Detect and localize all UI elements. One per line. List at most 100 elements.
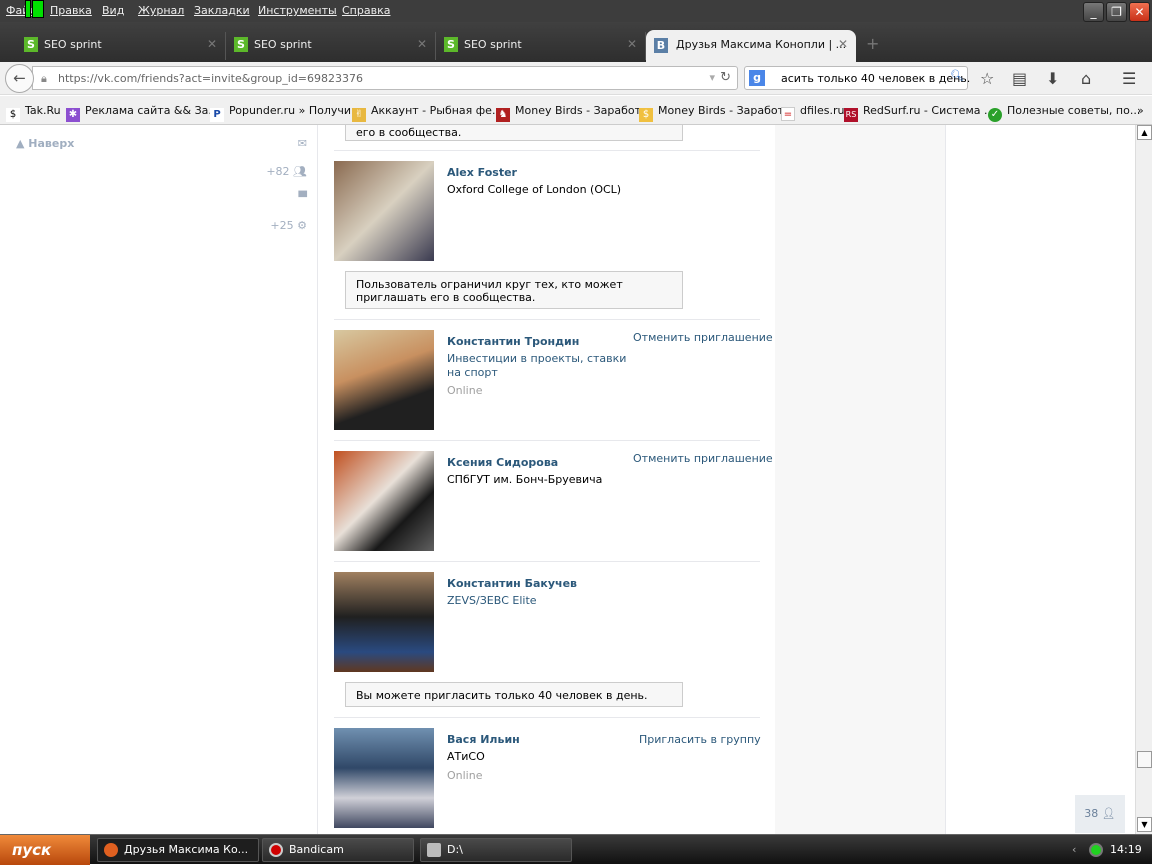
url-bar[interactable]: 🔒︎ https://vk.com/friends?act=invite&gro…: [32, 66, 738, 90]
friend-name[interactable]: Alex Foster: [447, 166, 517, 179]
friend-subtitle[interactable]: Инвестиции в проекты, ставки на спорт: [447, 352, 632, 380]
menu-icon[interactable]: ☰: [1122, 69, 1136, 88]
bandicam-icon: [269, 843, 283, 857]
bookmark-reklama[interactable]: ✱ Реклама сайта && За...: [66, 104, 219, 122]
page-content: ▲ Наверх ✉ +82 👥︎ ▀ +25 ⚙ его в сообщест…: [0, 125, 1135, 834]
search-box[interactable]: g асить только 40 человек в день. 🔍︎: [744, 66, 970, 90]
bookmark-money-birds-1[interactable]: ♞ Money Birds - Заработ...: [496, 104, 652, 122]
task-explorer[interactable]: D:\: [420, 838, 572, 862]
comments-icon[interactable]: ▀: [299, 191, 307, 204]
seo-sprint-icon: S: [444, 37, 458, 52]
friend-subtitle: АТиСО: [447, 750, 485, 763]
partial-notice-text: его в сообщества.: [356, 126, 462, 139]
bookmark-money-birds-2[interactable]: $ Money Birds - Заработ...: [639, 104, 795, 122]
online-friends-counter[interactable]: 38 👤︎: [1075, 795, 1125, 833]
online-status: Online: [447, 769, 483, 782]
home-icon[interactable]: ⌂: [1081, 69, 1091, 88]
scroll-to-top-link[interactable]: ▲ Наверх: [16, 137, 74, 150]
cancel-invite-link[interactable]: Отменить приглашение: [633, 452, 773, 465]
friend-name[interactable]: Константин Трондин: [447, 335, 579, 348]
dropdown-icon[interactable]: ▾: [709, 71, 715, 84]
task-firefox[interactable]: Друзья Максима Ко...: [97, 838, 259, 862]
start-button[interactable]: пуск: [0, 835, 90, 865]
up-arrow-icon: ▲: [16, 137, 29, 150]
avatar[interactable]: [334, 330, 434, 430]
tray-status-icon[interactable]: [1089, 843, 1103, 857]
divider: [334, 150, 760, 151]
friends-counter[interactable]: +82 👥︎: [266, 165, 307, 178]
fps-overlay-icon: [32, 0, 44, 18]
friend-subtitle: СПбГУТ им. Бонч-Бруевича: [447, 473, 603, 486]
friend-subtitle: Oxford College of London (OCL): [447, 183, 622, 196]
bookmark-popunder[interactable]: P Popunder.ru » Получи...: [210, 104, 362, 122]
tab-vk-friends[interactable]: B Друзья Максима Конопли | ... ✕: [646, 30, 856, 62]
close-tab-icon[interactable]: ✕: [417, 37, 427, 51]
invite-to-group-link[interactable]: Пригласить в группу: [639, 733, 761, 746]
back-button[interactable]: ←: [5, 64, 34, 93]
avatar[interactable]: [334, 728, 434, 828]
close-tab-icon[interactable]: ✕: [627, 37, 637, 51]
bookmark-akkaunt[interactable]: ✌ Аккаунт - Рыбная фе...: [352, 104, 502, 122]
tray-expand-icon[interactable]: ‹: [1072, 843, 1076, 856]
notice-box: его в сообщества.: [345, 125, 683, 141]
avatar[interactable]: [334, 572, 434, 672]
drive-icon: [427, 843, 441, 857]
seo-sprint-icon: S: [234, 37, 248, 52]
friend-subtitle[interactable]: ZEVS/ЗЕВС Elite: [447, 594, 627, 608]
google-icon[interactable]: g: [749, 70, 765, 86]
menu-edit[interactable]: Правка: [50, 4, 92, 17]
friend-name[interactable]: Константин Бакучев: [447, 577, 577, 590]
right-panel: [775, 125, 946, 834]
close-tab-icon[interactable]: ✕: [838, 37, 848, 51]
divider: [334, 717, 760, 718]
search-input[interactable]: асить только 40 человек в день.: [781, 72, 970, 85]
menu-view[interactable]: Вид: [102, 4, 124, 17]
left-sidebar: ▲ Наверх ✉ +82 👥︎ ▀ +25 ⚙: [0, 125, 318, 834]
restore-button[interactable]: ❐: [1106, 2, 1127, 22]
seo-sprint-icon: S: [24, 37, 38, 52]
new-tab-icon[interactable]: +: [866, 34, 879, 53]
cancel-invite-link[interactable]: Отменить приглашение: [633, 331, 773, 344]
friend-name[interactable]: Ксения Сидорова: [447, 456, 558, 469]
avatar[interactable]: [334, 161, 434, 261]
tab-seo-sprint-1[interactable]: S SEO sprint ✕: [20, 32, 226, 60]
more-bookmarks-icon[interactable]: »: [1137, 104, 1144, 117]
reload-icon[interactable]: ↻: [720, 70, 731, 85]
url-text[interactable]: https://vk.com/friends?act=invite&group_…: [58, 72, 363, 85]
bookmark-poleznye[interactable]: ✓ Полезные советы, по...: [988, 104, 1140, 122]
menu-tools[interactable]: Инструменты: [258, 4, 337, 17]
scrollbar-thumb[interactable]: [1137, 751, 1152, 768]
scroll-up-button[interactable]: ▲: [1137, 125, 1152, 140]
bookmarks-toolbar: $ Tak.Ru ✱ Реклама сайта && За... P Popunde…: [0, 96, 1152, 125]
close-button[interactable]: ✕: [1129, 2, 1150, 22]
menu-history[interactable]: Журнал: [138, 4, 184, 17]
bookmark-dfiles[interactable]: = dfiles.ru: [781, 104, 844, 121]
menu-bar: Файл Правка Вид Журнал Закладки Инструме…: [0, 0, 1152, 22]
minimize-button[interactable]: _: [1083, 2, 1104, 22]
friend-name[interactable]: Вася Ильин: [447, 733, 520, 746]
task-bandicam[interactable]: Bandicam: [262, 838, 414, 862]
magnifier-icon[interactable]: 🔍︎: [950, 69, 964, 82]
firefox-icon: [104, 843, 118, 857]
bookmark-takru[interactable]: $ Tak.Ru: [6, 104, 61, 122]
fps-overlay-icon: [25, 0, 31, 18]
groups-counter[interactable]: +25 ⚙: [270, 219, 307, 232]
menu-bookmarks[interactable]: Закладки: [194, 4, 250, 17]
avatar[interactable]: [334, 451, 434, 551]
close-tab-icon[interactable]: ✕: [207, 37, 217, 51]
tab-seo-sprint-2[interactable]: S SEO sprint ✕: [230, 32, 436, 60]
online-status: Online: [447, 384, 483, 397]
notice-box: Пользователь ограничил круг тех, кто мож…: [345, 271, 683, 309]
messages-icon[interactable]: ✉: [298, 137, 307, 150]
tab-seo-sprint-3[interactable]: S SEO sprint ✕: [440, 32, 646, 60]
menu-help[interactable]: Справка: [342, 4, 390, 17]
star-icon[interactable]: ☆: [980, 69, 994, 88]
scroll-down-button[interactable]: ▼: [1137, 817, 1152, 832]
clock[interactable]: 14:19: [1110, 843, 1142, 856]
reading-list-icon[interactable]: ▤: [1012, 69, 1027, 88]
vk-icon: B: [654, 38, 668, 53]
gear-icon: ⚙: [297, 219, 307, 232]
scrollbar[interactable]: ▲ ▼: [1135, 125, 1152, 834]
bookmark-redsurf[interactable]: RS RedSurf.ru - Система ...: [844, 104, 994, 122]
download-icon[interactable]: ⬇: [1046, 69, 1059, 88]
